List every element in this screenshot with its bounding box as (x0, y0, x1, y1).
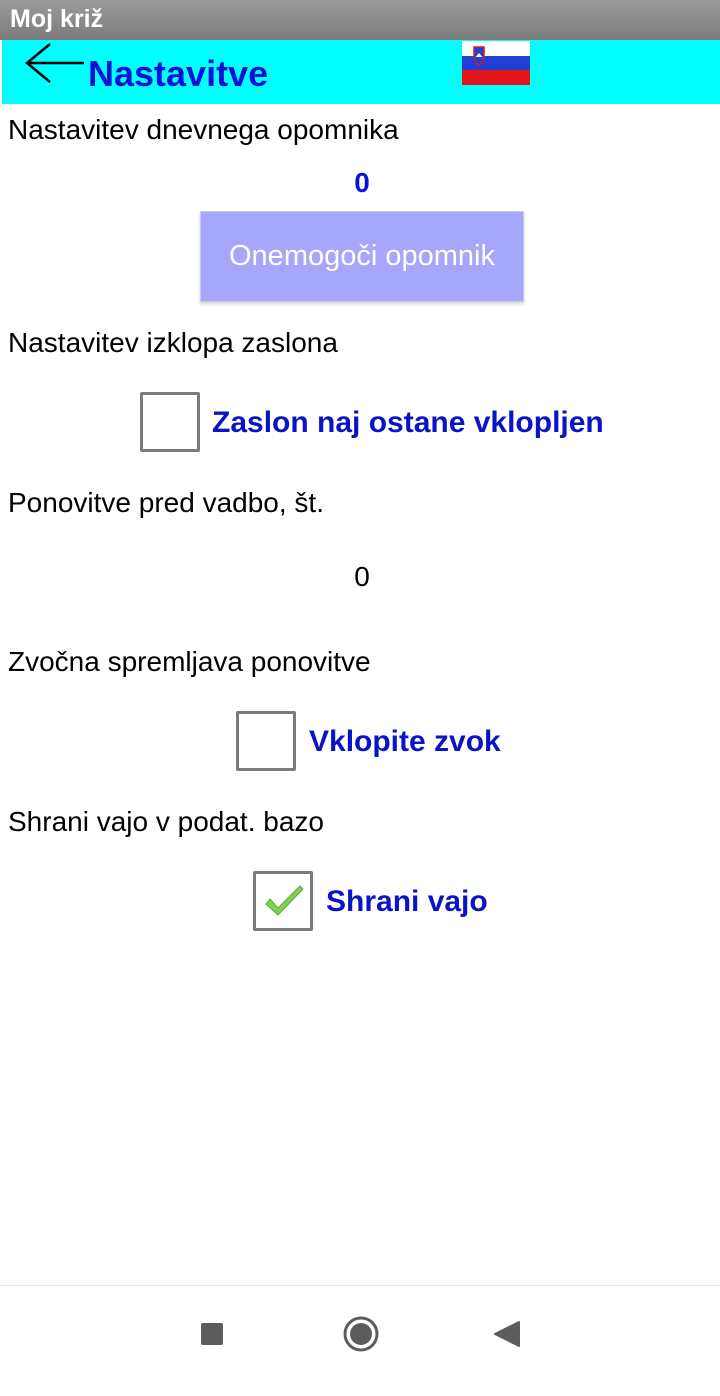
slovenian-flag-icon[interactable] (462, 41, 530, 85)
back-arrow-icon[interactable] (24, 42, 86, 86)
disable-reminder-button[interactable]: Onemogoči opomnik (200, 211, 524, 302)
app-title-bar (0, 0, 720, 40)
app-title: Moj križ (10, 5, 104, 33)
recents-square-icon[interactable] (182, 1310, 242, 1360)
save-exercise-checkbox[interactable] (253, 871, 313, 931)
sound-checkbox[interactable] (236, 711, 296, 771)
page-title: Nastavitve (88, 53, 269, 94)
repetitions-label: Ponovitve pred vadbo, št. (8, 487, 324, 518)
reminder-label: Nastavitev dnevnega opomnika (8, 114, 399, 145)
sound-checkbox-label[interactable]: Vklopite zvok (309, 722, 501, 762)
keep-screen-on-label[interactable]: Zaslon naj ostane vklopljen (212, 403, 604, 443)
back-triangle-icon[interactable] (478, 1310, 538, 1360)
save-label: Shrani vajo v podat. bazo (8, 806, 324, 837)
reminder-value: 0 (354, 167, 370, 198)
save-exercise-label[interactable]: Shrani vajo (326, 882, 488, 922)
keep-screen-on-checkbox[interactable] (140, 392, 200, 452)
checkmark-icon (262, 880, 306, 924)
sound-label: Zvočna spremljava ponovitve (8, 646, 371, 677)
home-circle-icon[interactable] (331, 1310, 391, 1360)
repetitions-value[interactable]: 0 (0, 560, 720, 594)
screen-timeout-label: Nastavitev izklopa zaslona (8, 327, 338, 358)
